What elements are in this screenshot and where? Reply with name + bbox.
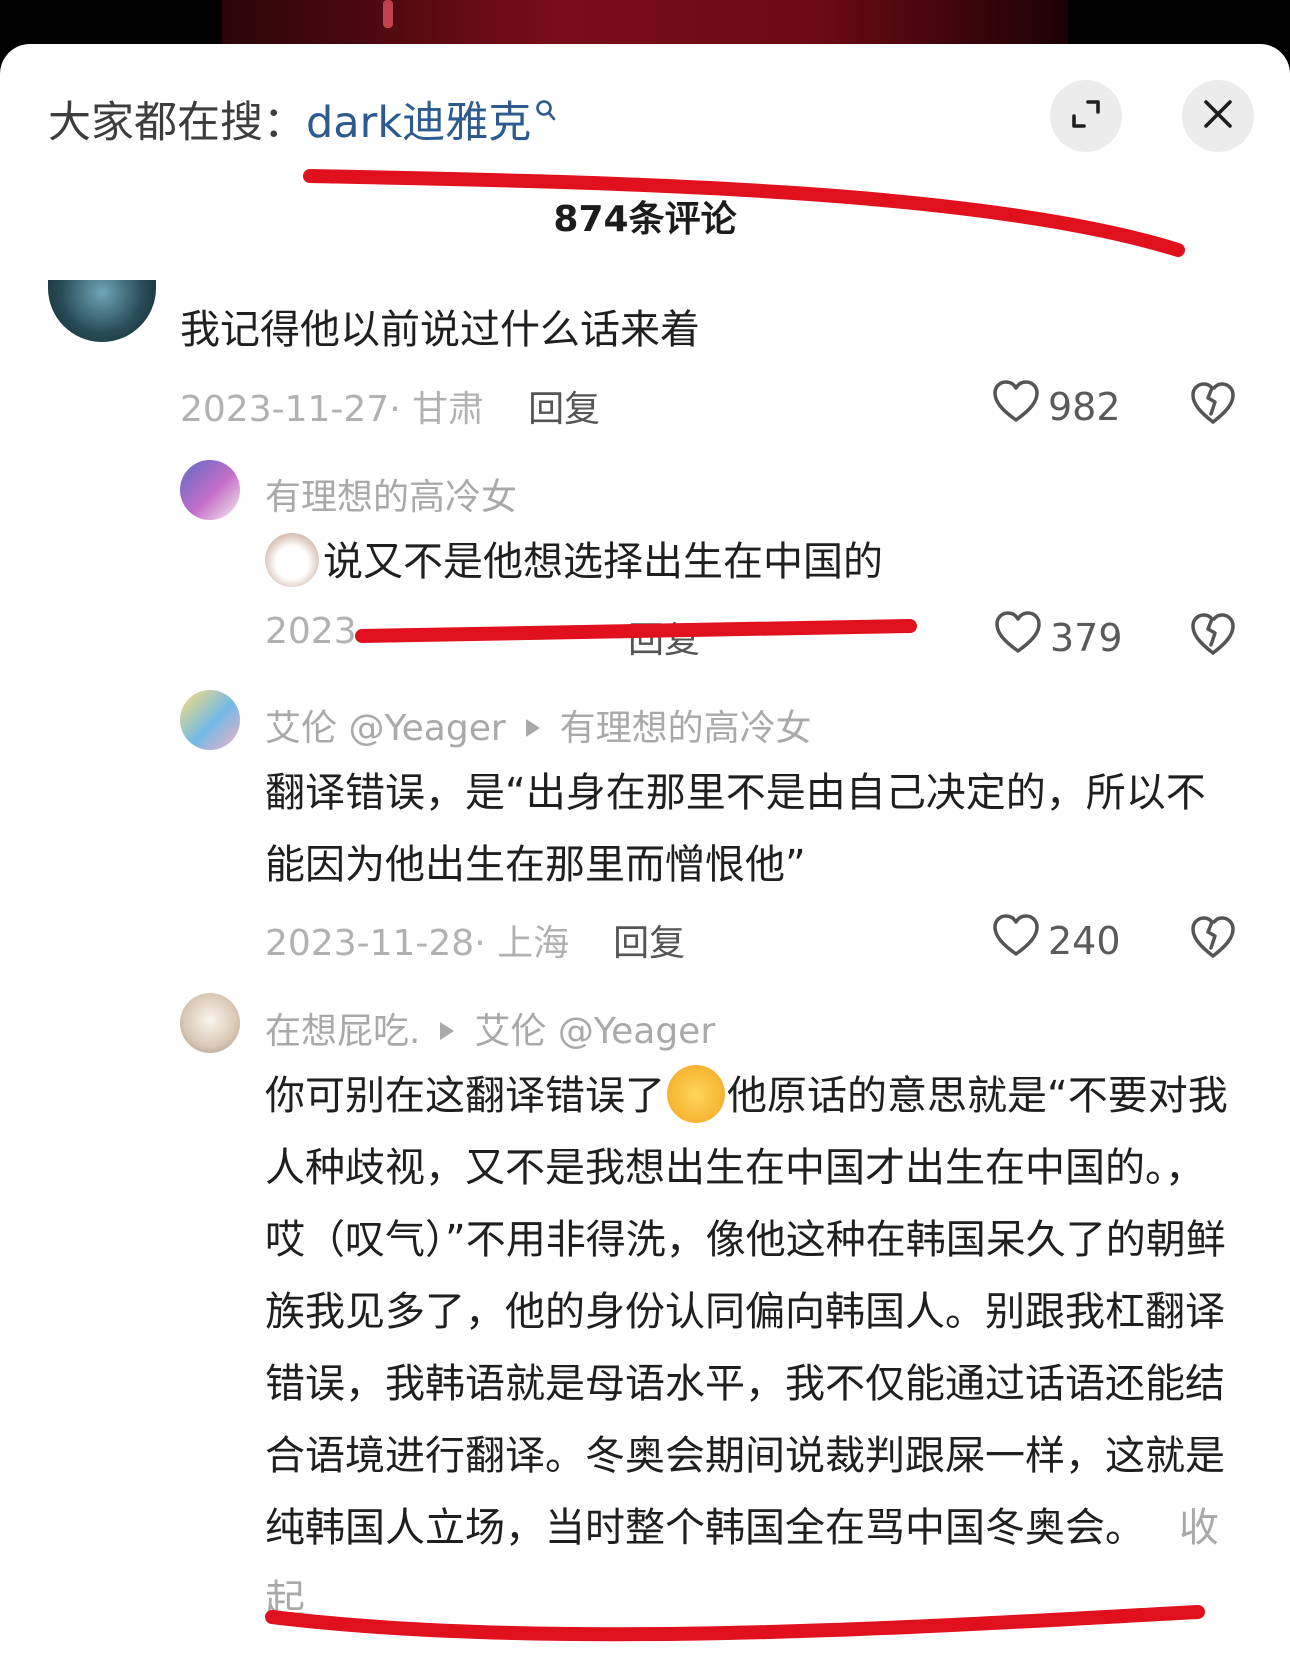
close-icon [1201, 97, 1235, 135]
comment-text: 说又不是他想选择出生在中国的 [323, 539, 883, 585]
broken-heart-icon [1190, 382, 1236, 430]
close-button[interactable] [1182, 80, 1254, 152]
expand-icon [1068, 96, 1104, 136]
like-button[interactable]: 379 [994, 611, 1123, 664]
comment-count: 874条评论 [553, 199, 737, 240]
comment-meta: 2023-11-28· 上海 回复 [265, 914, 685, 966]
like-button[interactable]: 982 [992, 380, 1121, 433]
avatar[interactable] [180, 460, 240, 520]
like-count: 982 [1048, 384, 1121, 429]
search-icon [535, 86, 557, 136]
comment-date: 2023 [265, 611, 357, 652]
dislike-button[interactable] [1190, 382, 1236, 430]
expand-button[interactable] [1050, 80, 1122, 152]
dislike-button[interactable] [1190, 613, 1236, 661]
heart-icon [992, 914, 1048, 967]
avatar[interactable] [180, 993, 240, 1053]
like-count: 240 [1048, 918, 1121, 963]
comment-text: 你可别在这翻译错误了 他原话的意思就是“不要对我人种歧视，又不是我想出生在中国才出… [265, 1060, 1235, 1636]
dislike-button[interactable] [1190, 916, 1236, 964]
comment-reply-row: 回复 [628, 611, 700, 663]
reply-arrow-icon [440, 1022, 455, 1040]
comment-author[interactable]: 在想屁吃. [265, 1011, 420, 1052]
comment-location: · 上海 [474, 923, 570, 964]
like-count: 379 [1050, 615, 1123, 660]
comment-date: 2023-11-28 [265, 923, 475, 964]
comment-author[interactable]: 艾伦 @Yeager [265, 708, 506, 749]
comment-meta: 2023 [265, 611, 357, 652]
trending-search-bar[interactable]: 大家都在搜：dark迪雅克 [48, 88, 557, 150]
reply-button[interactable]: 回复 [528, 389, 600, 430]
comment-date: 2023-11-27 [180, 389, 390, 430]
reply-arrow-icon [525, 719, 540, 737]
avatar[interactable] [180, 690, 240, 750]
trending-search-prefix: 大家都在搜： [48, 98, 306, 148]
video-highlight [383, 0, 393, 28]
comment-text-before-emoji: 你可别在这翻译错误了 [265, 1073, 665, 1119]
comment-text-row: 说又不是他想选择出生在中国的 [265, 526, 883, 598]
broken-heart-icon [1190, 916, 1236, 964]
comment-author-row: 在想屁吃. 艾伦 @Yeager [265, 1002, 715, 1054]
heart-icon [992, 380, 1048, 433]
reply-button[interactable]: 回复 [628, 620, 700, 661]
heart-icon [994, 611, 1050, 664]
cat-emoji [265, 533, 319, 587]
broken-heart-icon [1190, 613, 1236, 661]
comment-meta: 2023-11-27· 甘肃 回复 [180, 380, 600, 432]
comment-text: 翻译错误，是“出身在那里不是由自己决定的，所以不能因为他出生在那里而憎恨他” [265, 770, 1206, 888]
comment-text: 我记得他以前说过什么话来着 [180, 307, 700, 353]
like-button[interactable]: 240 [992, 914, 1121, 967]
comment-author[interactable]: 有理想的高冷女 [265, 468, 517, 520]
comment-location: · 甘肃 [389, 389, 485, 430]
reply-to-author[interactable]: 有理想的高冷女 [560, 708, 812, 749]
comment-text-after-emoji: 他原话的意思就是“不要对我人种歧视，又不是我想出生在中国才出生在中国的。，哎（叹… [265, 1073, 1228, 1551]
reply-button[interactable]: 回复 [613, 923, 685, 964]
trending-search-keyword[interactable]: dark迪雅克 [306, 98, 531, 148]
reply-to-author[interactable]: 艾伦 @Yeager [474, 1011, 715, 1052]
comment-author-row: 艾伦 @Yeager 有理想的高冷女 [265, 699, 812, 751]
sweat-smile-emoji [667, 1065, 725, 1123]
